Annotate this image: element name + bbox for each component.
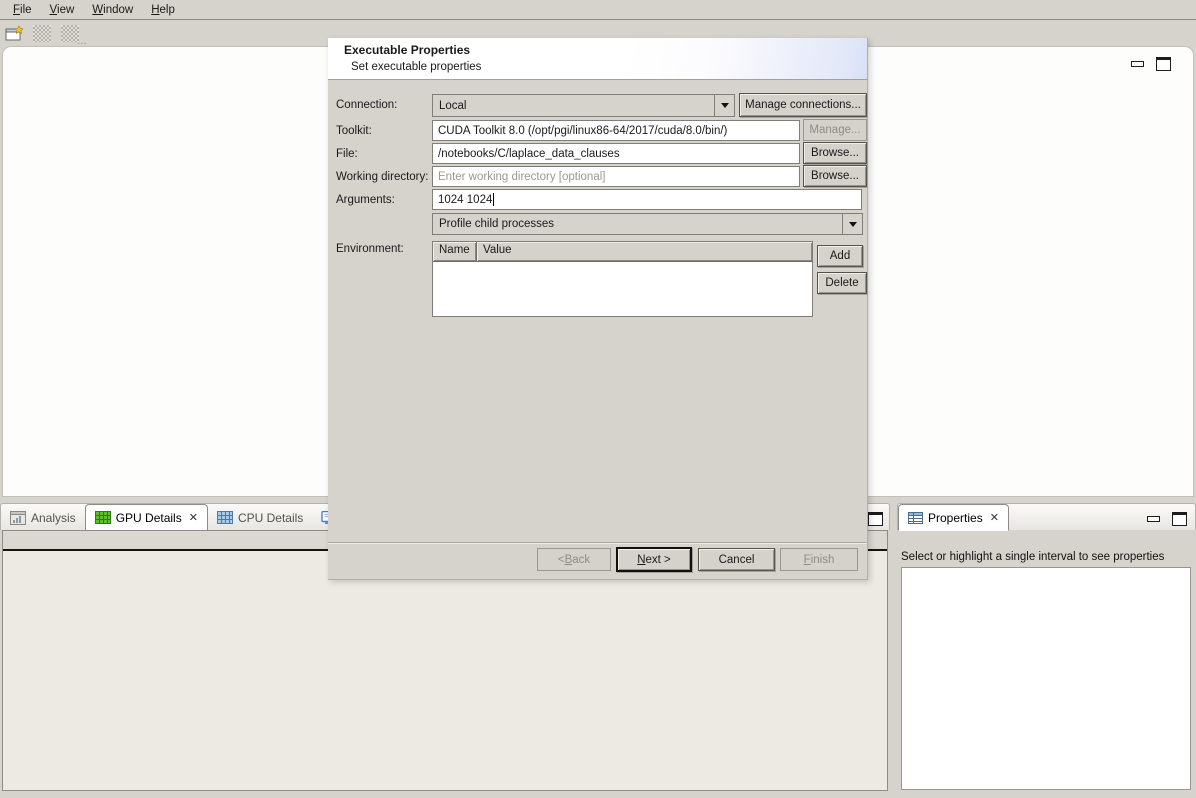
gpu-details-icon xyxy=(95,511,111,524)
browse-directory-button[interactable]: Browse... xyxy=(803,165,867,187)
environment-label: Environment: xyxy=(336,243,404,255)
properties-content xyxy=(901,567,1191,790)
disabled-icon-1 xyxy=(33,25,52,43)
file-input[interactable]: /notebooks/C/laplace_data_clauses xyxy=(432,143,800,164)
new-session-button[interactable] xyxy=(5,25,24,43)
application-window: { "icons": { "close": "✕", "ellipsis": "… xyxy=(0,0,1196,798)
maximize-icon[interactable] xyxy=(868,512,883,526)
executable-properties-dialog: Executable Properties Set executable pro… xyxy=(328,38,868,580)
maximize-icon[interactable] xyxy=(1156,57,1171,71)
connection-select[interactable]: Local xyxy=(432,94,735,117)
dialog-separator xyxy=(328,542,867,543)
browse-file-button[interactable]: Browse... xyxy=(803,142,867,164)
manage-toolkit-button: Manage... xyxy=(803,119,867,141)
maximize-icon[interactable] xyxy=(1172,512,1187,526)
analysis-icon xyxy=(10,511,26,525)
menu-file[interactable]: File xyxy=(4,2,41,18)
dropdown-ellipsis: … xyxy=(77,36,86,47)
dropdown-arrow-icon[interactable] xyxy=(842,214,862,234)
toolkit-label: Toolkit: xyxy=(336,125,372,137)
delete-environment-button[interactable]: Delete xyxy=(817,272,867,294)
arguments-input[interactable]: 1024 1024 xyxy=(432,189,862,210)
properties-icon xyxy=(908,512,923,524)
timeline-view-controls xyxy=(1131,57,1171,71)
connection-label: Connection: xyxy=(336,99,397,111)
tab-properties[interactable]: Properties ✕ xyxy=(898,504,1009,531)
dialog-subtitle: Set executable properties xyxy=(351,61,481,73)
next-button[interactable]: Next > xyxy=(616,547,692,572)
environment-table[interactable]: Name Value xyxy=(432,241,813,317)
menu-bar: File View Window Help xyxy=(0,0,1196,20)
profile-child-processes-select[interactable]: Profile child processes xyxy=(432,213,863,235)
menu-view[interactable]: View xyxy=(41,2,84,18)
new-session-icon xyxy=(5,25,24,43)
text-caret xyxy=(493,193,494,206)
menu-window[interactable]: Window xyxy=(83,2,142,18)
dialog-title: Executable Properties xyxy=(344,43,470,57)
working-directory-input[interactable]: Enter working directory [optional] xyxy=(432,166,800,187)
close-icon[interactable]: ✕ xyxy=(990,511,999,524)
tab-cpu-details[interactable]: CPU Details xyxy=(208,505,312,530)
dialog-header: Executable Properties Set executable pro… xyxy=(328,38,867,80)
add-environment-button[interactable]: Add xyxy=(817,245,863,267)
environment-table-header: Name Value xyxy=(433,242,812,262)
back-button: < Back xyxy=(537,548,611,571)
properties-panel-controls xyxy=(1147,512,1187,526)
minimize-icon[interactable] xyxy=(1147,516,1160,522)
working-directory-label: Working directory: xyxy=(336,171,428,183)
properties-tab-bar: Properties ✕ xyxy=(897,503,1196,530)
finish-button: Finish xyxy=(780,548,858,571)
column-header-name[interactable]: Name xyxy=(433,242,477,262)
arguments-label: Arguments: xyxy=(336,194,395,206)
toolkit-input[interactable]: CUDA Toolkit 8.0 (/opt/pgi/linux86-64/20… xyxy=(432,120,800,141)
dropdown-arrow-icon[interactable] xyxy=(714,95,734,116)
column-header-value[interactable]: Value xyxy=(477,242,812,262)
tab-gpu-details[interactable]: GPU Details ✕ xyxy=(85,504,208,531)
connection-value: Local xyxy=(433,100,714,112)
properties-message: Select or highlight a single interval to… xyxy=(901,551,1164,563)
manage-connections-button[interactable]: Manage connections... xyxy=(739,93,867,117)
file-label: File: xyxy=(336,148,358,160)
properties-panel: Properties ✕ Select or highlight a singl… xyxy=(897,503,1196,792)
minimize-icon[interactable] xyxy=(1131,61,1144,67)
close-icon[interactable]: ✕ xyxy=(189,511,198,524)
menu-help[interactable]: Help xyxy=(142,2,184,18)
cancel-button[interactable]: Cancel xyxy=(698,548,775,571)
cpu-details-icon xyxy=(217,511,233,524)
tab-analysis[interactable]: Analysis xyxy=(1,505,85,530)
disabled-icon-2: … xyxy=(61,25,80,43)
profile-child-processes-value: Profile child processes xyxy=(433,218,842,230)
